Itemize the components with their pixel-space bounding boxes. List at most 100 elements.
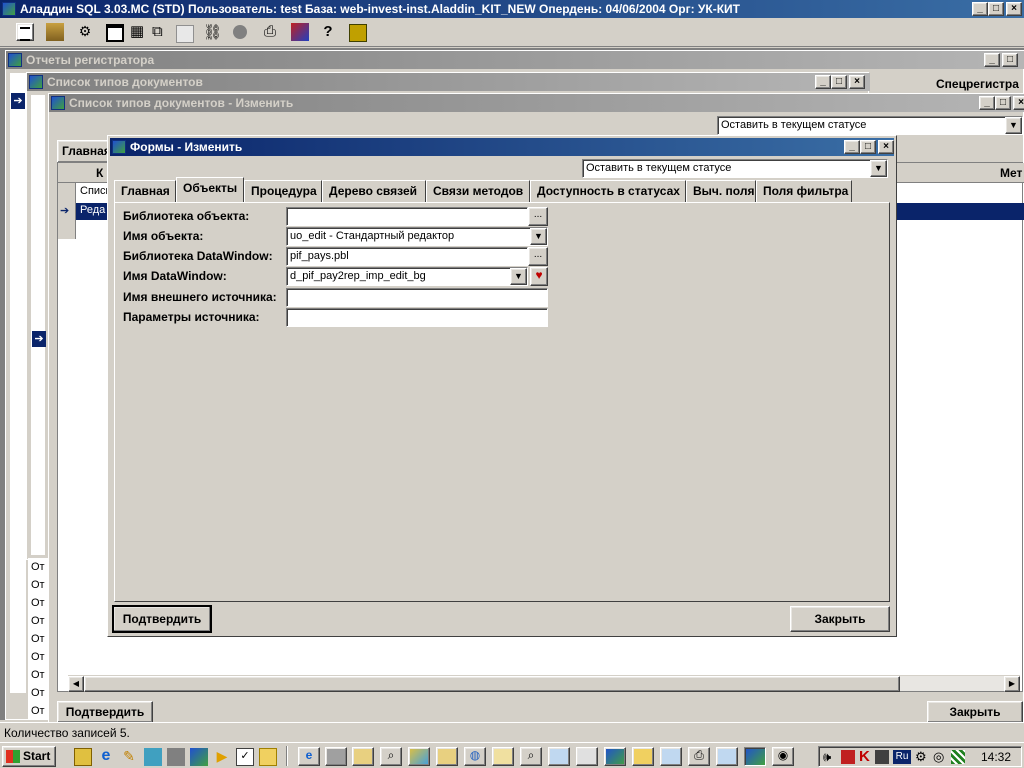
tile-icon[interactable]: ▦ <box>130 24 148 42</box>
quicklaunch-folder-icon[interactable] <box>144 748 162 766</box>
task-print-window-icon[interactable]: ⎙ <box>688 747 710 766</box>
obj-name-dropdown-icon[interactable]: ▼ <box>530 228 547 245</box>
tray-shield-icon[interactable] <box>841 750 855 764</box>
behind-hscroll[interactable]: ◀ ▶ <box>68 675 1020 692</box>
forms-close-button[interactable]: Закрыть <box>790 606 890 632</box>
source-params-input[interactable] <box>286 308 548 327</box>
dw-name-select[interactable]: d_pif_pay2rep_imp_edit_bg ▼ <box>286 267 528 286</box>
task-chart-window-icon[interactable] <box>576 747 598 766</box>
behind-hscroll-thumb[interactable] <box>84 676 900 692</box>
task-ie-window-icon[interactable]: e <box>298 747 320 766</box>
doc-types-edit-maximize-button[interactable]: □ <box>995 96 1011 110</box>
archive-icon[interactable] <box>46 23 64 41</box>
quicklaunch-explorer-icon[interactable] <box>259 748 277 766</box>
behind-close-button[interactable]: Закрыть <box>927 701 1023 723</box>
tray-tool-icon[interactable]: ⚙ <box>915 749 927 765</box>
behind-confirm-button[interactable]: Подтвердить <box>57 701 153 723</box>
behind-tab-main[interactable]: Главная <box>57 140 111 162</box>
behind-hscroll-right[interactable]: ▶ <box>1004 676 1020 692</box>
behind-row2[interactable]: Реда <box>80 204 105 216</box>
app-minimize-button[interactable]: _ <box>972 2 988 16</box>
stop-icon[interactable] <box>233 25 247 39</box>
tray-network-icon[interactable] <box>875 750 889 764</box>
quicklaunch-check-icon[interactable]: ✓ <box>236 748 254 766</box>
printer-icon[interactable]: ⎙ <box>261 23 279 41</box>
quicklaunch-pencil-icon[interactable]: ✎ <box>120 748 138 766</box>
forms-dialog-maximize-button[interactable]: □ <box>860 140 876 154</box>
left-list-item[interactable]: От <box>31 651 45 663</box>
left-list-item[interactable]: От <box>31 615 45 627</box>
doc-types-maximize-button[interactable]: □ <box>831 75 847 89</box>
forms-status-select[interactable]: Оставить в текущем статусе ▼ <box>582 159 888 178</box>
task-media-window-icon[interactable]: ◉ <box>772 747 794 766</box>
task-mail-window-icon[interactable] <box>492 747 514 766</box>
doc-types-close-button[interactable]: × <box>849 75 865 89</box>
blank-window-icon[interactable] <box>176 25 194 43</box>
module-icon[interactable] <box>349 24 367 42</box>
doc-types-edit-status-select[interactable]: Оставить в текущем статусе ▼ <box>717 116 1023 135</box>
quicklaunch-media-icon[interactable]: ▶ <box>213 748 231 766</box>
app-close-button[interactable]: × <box>1006 2 1022 16</box>
task-calc-window-icon[interactable] <box>352 747 374 766</box>
task-paint-window-icon[interactable] <box>408 747 430 766</box>
exit-icon[interactable] <box>291 23 309 41</box>
window-icon[interactable] <box>106 24 124 42</box>
task-find-window-icon[interactable]: ⌕ <box>520 747 542 766</box>
registrar-maximize-button[interactable]: □ <box>1002 53 1018 67</box>
tab-procedure[interactable]: Процедура <box>244 180 322 202</box>
recycle-icon[interactable]: ⚙ <box>76 23 94 41</box>
doc-types-edit-minimize-button[interactable]: _ <box>979 96 995 110</box>
tab-main[interactable]: Главная <box>114 180 176 202</box>
doc-types-edit-close-button[interactable]: × <box>1013 96 1024 110</box>
forms-confirm-button[interactable]: Подтвердить <box>112 605 212 633</box>
task-doc2-window-icon[interactable] <box>660 747 682 766</box>
left-list-item[interactable]: От <box>31 561 45 573</box>
left-list-item[interactable]: От <box>31 597 45 609</box>
registrar-minimize-button[interactable]: _ <box>984 53 1000 67</box>
task-doc-window-icon[interactable] <box>548 747 570 766</box>
tab-method-links[interactable]: Связи методов <box>426 180 530 202</box>
start-button[interactable]: Start <box>2 746 56 767</box>
tab-links-tree[interactable]: Дерево связей <box>322 180 426 202</box>
behind-hscroll-left[interactable]: ◀ <box>68 676 84 692</box>
tray-grid-icon[interactable] <box>951 750 965 764</box>
dw-library-input[interactable]: pif_pays.pbl <box>286 247 528 266</box>
left-list-item[interactable]: От <box>31 579 45 591</box>
forms-dialog-close-button[interactable]: × <box>878 140 894 154</box>
list-icon[interactable] <box>16 23 34 41</box>
dw-name-dropdown-icon[interactable]: ▼ <box>510 268 527 285</box>
binoculars-icon[interactable]: ⛓ <box>203 23 222 41</box>
tab-objects[interactable]: Объекты <box>176 177 244 202</box>
task-globe-window-icon[interactable]: ◍ <box>464 747 486 766</box>
left-list-item[interactable]: От <box>31 705 45 717</box>
task-aladdin-active-icon[interactable] <box>744 747 766 766</box>
cascade-icon[interactable]: ⧉ <box>152 24 170 42</box>
tab-calc-fields[interactable]: Выч. поля <box>686 180 756 202</box>
doc-types-edit-dropdown-icon[interactable]: ▼ <box>1005 117 1022 134</box>
task-aladdin-window-icon[interactable] <box>604 747 626 766</box>
task-search-window-icon[interactable]: ⌕ <box>380 747 402 766</box>
obj-library-browse-button[interactable]: ... <box>528 207 548 226</box>
task-gray-window-icon[interactable] <box>325 747 347 766</box>
tray-clock[interactable]: 14:32 <box>981 750 1011 764</box>
quicklaunch-aladdin-icon[interactable] <box>190 748 208 766</box>
quicklaunch-network-icon[interactable] <box>167 748 185 766</box>
tray-clock-icon[interactable]: ◎ <box>933 749 944 765</box>
tray-k-icon[interactable]: K <box>859 748 870 765</box>
dw-library-browse-button[interactable]: ... <box>528 247 548 266</box>
tab-status-access[interactable]: Доступность в статусах <box>530 180 686 202</box>
obj-name-select[interactable]: uo_edit - Стандартный редактор ▼ <box>286 227 548 246</box>
dw-preview-icon[interactable]: ♥ <box>530 267 548 286</box>
help-icon[interactable]: ? <box>319 23 337 41</box>
tray-speaker-icon[interactable]: 🕪 <box>823 749 831 765</box>
obj-library-input[interactable] <box>286 207 528 226</box>
task-calc2-window-icon[interactable] <box>436 747 458 766</box>
task-folder-window-icon[interactable] <box>632 747 654 766</box>
quicklaunch-ie-icon[interactable]: e <box>97 748 115 766</box>
tab-filter-fields[interactable]: Поля фильтра <box>756 180 852 202</box>
left-list-item[interactable]: От <box>31 633 45 645</box>
app-maximize-button[interactable]: □ <box>988 2 1004 16</box>
tray-lang-icon[interactable]: Ru <box>893 750 911 764</box>
forms-dialog-minimize-button[interactable]: _ <box>844 140 860 154</box>
left-list-item[interactable]: От <box>31 669 45 681</box>
